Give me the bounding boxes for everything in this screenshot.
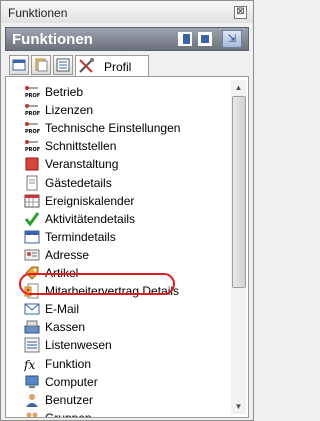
list-item-label: E-Mail <box>45 302 80 317</box>
list-item-label: Funktion <box>45 356 92 371</box>
list-item-label: Computer <box>45 374 98 389</box>
list-item[interactable]: Ereigniskalender <box>24 192 230 210</box>
list-item-label: Benutzer <box>45 392 94 407</box>
pin-button[interactable]: ⇲ <box>222 30 242 48</box>
window-title: Funktionen <box>8 6 68 20</box>
list-item-label: Ereigniskalender <box>45 193 135 208</box>
tab-documents[interactable] <box>31 55 51 75</box>
window-icon <box>12 59 26 71</box>
scroll-down-icon[interactable]: ▼ <box>231 399 246 414</box>
svg-text:PROFIL: PROFIL <box>25 129 40 135</box>
tab-window-view[interactable] <box>9 55 29 75</box>
list-item[interactable]: fx Funktion <box>24 355 230 373</box>
list-item-label: Technische Einstellungen <box>45 121 181 136</box>
panel-title: Funktionen <box>12 31 93 48</box>
list-icon <box>24 337 40 353</box>
list-item-label: Gruppen <box>45 410 92 418</box>
vertical-scrollbar[interactable]: ▲ ▼ <box>231 80 246 414</box>
list-item[interactable]: Termindetails <box>24 228 230 246</box>
list-item-label: Betrieb <box>45 85 84 99</box>
close-icon[interactable]: ⊠ <box>234 6 247 19</box>
function-list: PROFIL Betrieb PROFIL Lizenzen PROFIL Technis… <box>5 76 249 418</box>
documents-icon <box>35 58 48 72</box>
list-item-label: Termindetails <box>45 229 116 244</box>
list-item[interactable]: Gästedetails <box>24 174 230 192</box>
list-item-label: Schnittstellen <box>45 139 117 154</box>
tab-profil-label: Profil <box>104 60 132 74</box>
fx-icon: fx <box>24 358 35 372</box>
list-item[interactable]: PROFIL Betrieb <box>24 83 230 101</box>
svg-text:PROFIL: PROFIL <box>25 111 40 117</box>
list-item[interactable]: Benutzer <box>24 391 230 409</box>
address-card-icon <box>24 249 40 261</box>
calendar-grid-icon <box>24 194 40 208</box>
list-item-label: Veranstaltung <box>45 157 119 172</box>
document-icon <box>26 175 38 190</box>
dock-left-icon[interactable] <box>178 32 192 46</box>
calendar-icon <box>24 230 40 244</box>
cash-register-icon <box>24 320 40 334</box>
maximize-icon[interactable] <box>198 32 212 46</box>
red-square-icon <box>25 157 39 171</box>
list-item[interactable]: Aktivitätendetails <box>24 210 230 228</box>
tab-profil[interactable]: Profil <box>75 55 149 77</box>
svg-text:PROFIL: PROFIL <box>25 147 40 153</box>
profil-icon: PROFIL <box>25 122 40 135</box>
profil-icon: PROFIL <box>25 104 40 117</box>
profil-icon: PROFIL <box>25 140 40 153</box>
panel-header: Funktionen ⇲ <box>5 27 249 51</box>
list-view-icon <box>56 58 70 72</box>
list-item-label: Adresse <box>45 247 90 262</box>
list-item[interactable]: Computer <box>24 373 230 391</box>
tab-list[interactable] <box>53 55 73 75</box>
title-bar: Funktionen ⊠ <box>1 1 253 23</box>
envelope-icon <box>24 303 40 315</box>
list-item-label: Listenwesen <box>45 338 112 353</box>
group-icon <box>26 412 38 417</box>
list-item[interactable]: Veranstaltung <box>24 155 230 173</box>
list-item[interactable]: Kassen <box>24 318 230 336</box>
list-item[interactable]: Gruppen <box>24 409 230 418</box>
scroll-thumb[interactable] <box>232 96 246 288</box>
svg-text:fx: fx <box>24 358 35 372</box>
computer-icon <box>25 375 39 388</box>
list-item-label: Gästedetails <box>45 175 112 190</box>
list-item[interactable]: PROFIL Lizenzen <box>24 101 230 119</box>
scroll-up-icon[interactable]: ▲ <box>231 80 246 95</box>
svg-text:PROFIL: PROFIL <box>25 93 40 99</box>
list-item[interactable]: E-Mail <box>24 300 230 318</box>
user-icon <box>26 393 38 407</box>
list-item-label: Kassen <box>45 320 86 335</box>
list-item[interactable]: PROFIL Schnittstellen <box>24 137 230 155</box>
list-item-label: Lizenzen <box>45 103 94 118</box>
list-item-label: Aktivitätendetails <box>45 211 136 226</box>
profil-icon: PROFIL <box>25 86 40 99</box>
list-item[interactable]: Adresse <box>24 246 230 264</box>
checkmark-icon <box>24 211 40 227</box>
highlight-ring <box>19 273 175 295</box>
list-item[interactable]: PROFIL Technische Einstellungen <box>24 119 230 137</box>
list-item[interactable]: Listenwesen <box>24 336 230 354</box>
tools-icon <box>79 58 94 73</box>
functions-panel-window: Funktionen ⊠ Funktionen ⇲ Profil PROFIL B… <box>0 0 254 421</box>
